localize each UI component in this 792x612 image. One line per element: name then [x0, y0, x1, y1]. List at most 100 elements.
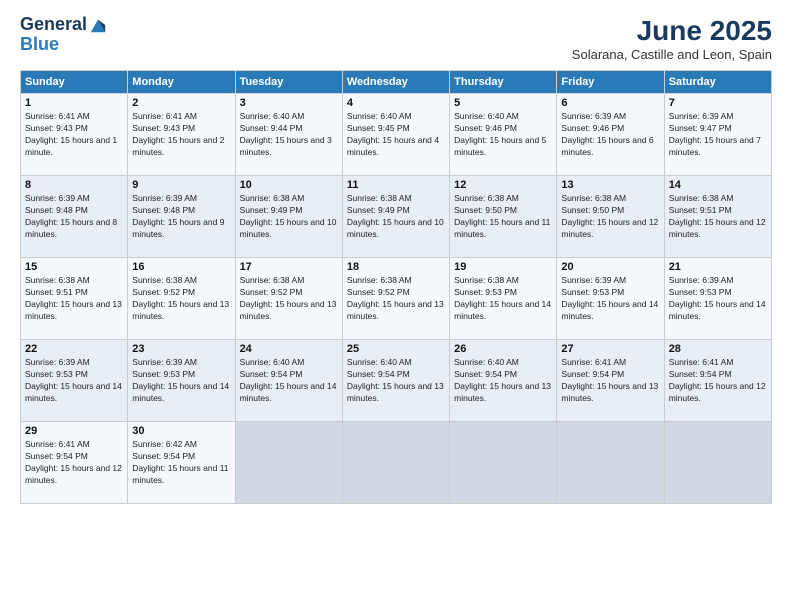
day-number: 11	[347, 179, 445, 191]
logo-icon	[89, 16, 107, 34]
day-number: 4	[347, 97, 445, 109]
day-number: 29	[25, 425, 123, 437]
day-info: Sunrise: 6:41 AMSunset: 9:43 PMDaylight:…	[132, 111, 230, 159]
day-number: 27	[561, 343, 659, 355]
day-number: 28	[669, 343, 767, 355]
main-title: June 2025	[572, 15, 772, 47]
subtitle: Solarana, Castille and Leon, Spain	[572, 47, 772, 62]
day-info: Sunrise: 6:38 AMSunset: 9:52 PMDaylight:…	[347, 275, 445, 323]
calendar-body: 1 Sunrise: 6:41 AMSunset: 9:43 PMDaylight…	[21, 94, 772, 504]
calendar: SundayMondayTuesdayWednesdayThursdayFrid…	[20, 70, 772, 504]
calendar-cell: 5 Sunrise: 6:40 AMSunset: 9:46 PMDaylight…	[450, 94, 557, 176]
day-info: Sunrise: 6:41 AMSunset: 9:43 PMDaylight:…	[25, 111, 123, 159]
header: General Blue June 2025 Solarana, Castill…	[20, 15, 772, 62]
day-info: Sunrise: 6:40 AMSunset: 9:45 PMDaylight:…	[347, 111, 445, 159]
calendar-cell: 26Sunrise: 6:40 AMSunset: 9:54 PMDayligh…	[450, 340, 557, 422]
day-number: 2	[132, 97, 230, 109]
calendar-week-2: 8 Sunrise: 6:39 AMSunset: 9:48 PMDaylight…	[21, 176, 772, 258]
calendar-week-3: 15 Sunrise: 6:38 AMSunset: 9:51 PMDayligh…	[21, 258, 772, 340]
calendar-cell: 3 Sunrise: 6:40 AMSunset: 9:44 PMDaylight…	[235, 94, 342, 176]
day-number: 3	[240, 97, 338, 109]
day-info: Sunrise: 6:38 AMSunset: 9:52 PMDaylight:…	[132, 275, 230, 323]
calendar-cell	[450, 422, 557, 504]
calendar-cell	[342, 422, 449, 504]
day-info: Sunrise: 6:40 AMSunset: 9:54 PMDaylight:…	[240, 357, 338, 405]
day-info: Sunrise: 6:38 AMSunset: 9:50 PMDaylight:…	[561, 193, 659, 241]
calendar-cell: 18Sunrise: 6:38 AMSunset: 9:52 PMDayligh…	[342, 258, 449, 340]
day-info: Sunrise: 6:38 AMSunset: 9:49 PMDaylight:…	[240, 193, 338, 241]
calendar-cell: 21Sunrise: 6:39 AMSunset: 9:53 PMDayligh…	[664, 258, 771, 340]
day-number: 16	[132, 261, 230, 273]
day-number: 5	[454, 97, 552, 109]
day-number: 9	[132, 179, 230, 191]
day-info: Sunrise: 6:39 AMSunset: 9:53 PMDaylight:…	[561, 275, 659, 323]
day-number: 26	[454, 343, 552, 355]
calendar-cell: 27 Sunrise: 6:41 AMSunset: 9:54 PMDayligh…	[557, 340, 664, 422]
day-number: 1	[25, 97, 123, 109]
day-number: 25	[347, 343, 445, 355]
day-number: 17	[240, 261, 338, 273]
calendar-cell: 29 Sunrise: 6:41 AMSunset: 9:54 PMDayligh…	[21, 422, 128, 504]
day-number: 7	[669, 97, 767, 109]
calendar-cell: 9 Sunrise: 6:39 AMSunset: 9:48 PMDaylight…	[128, 176, 235, 258]
day-number: 6	[561, 97, 659, 109]
calendar-cell	[557, 422, 664, 504]
day-info: Sunrise: 6:38 AMSunset: 9:49 PMDaylight:…	[347, 193, 445, 241]
calendar-cell: 10 Sunrise: 6:38 AMSunset: 9:49 PMDayligh…	[235, 176, 342, 258]
calendar-cell: 28 Sunrise: 6:41 AMSunset: 9:54 PMDayligh…	[664, 340, 771, 422]
calendar-cell: 25Sunrise: 6:40 AMSunset: 9:54 PMDayligh…	[342, 340, 449, 422]
calendar-week-4: 22Sunrise: 6:39 AMSunset: 9:53 PMDayligh…	[21, 340, 772, 422]
day-info: Sunrise: 6:39 AMSunset: 9:53 PMDaylight:…	[25, 357, 123, 405]
calendar-header-thursday: Thursday	[450, 71, 557, 94]
calendar-cell	[235, 422, 342, 504]
logo-text-line2: Blue	[20, 35, 107, 55]
day-info: Sunrise: 6:39 AMSunset: 9:48 PMDaylight:…	[132, 193, 230, 241]
calendar-week-1: 1 Sunrise: 6:41 AMSunset: 9:43 PMDaylight…	[21, 94, 772, 176]
day-info: Sunrise: 6:39 AMSunset: 9:53 PMDaylight:…	[669, 275, 767, 323]
day-number: 24	[240, 343, 338, 355]
day-number: 10	[240, 179, 338, 191]
day-info: Sunrise: 6:41 AMSunset: 9:54 PMDaylight:…	[25, 439, 123, 487]
calendar-cell: 14Sunrise: 6:38 AMSunset: 9:51 PMDayligh…	[664, 176, 771, 258]
day-info: Sunrise: 6:41 AMSunset: 9:54 PMDaylight:…	[669, 357, 767, 405]
calendar-header-friday: Friday	[557, 71, 664, 94]
calendar-cell: 17 Sunrise: 6:38 AMSunset: 9:52 PMDayligh…	[235, 258, 342, 340]
calendar-cell	[664, 422, 771, 504]
calendar-header-wednesday: Wednesday	[342, 71, 449, 94]
calendar-cell: 20Sunrise: 6:39 AMSunset: 9:53 PMDayligh…	[557, 258, 664, 340]
calendar-cell: 13 Sunrise: 6:38 AMSunset: 9:50 PMDayligh…	[557, 176, 664, 258]
day-number: 15	[25, 261, 123, 273]
calendar-header-saturday: Saturday	[664, 71, 771, 94]
day-info: Sunrise: 6:38 AMSunset: 9:52 PMDaylight:…	[240, 275, 338, 323]
day-number: 8	[25, 179, 123, 191]
calendar-header-tuesday: Tuesday	[235, 71, 342, 94]
calendar-header-row: SundayMondayTuesdayWednesdayThursdayFrid…	[21, 71, 772, 94]
day-info: Sunrise: 6:40 AMSunset: 9:44 PMDaylight:…	[240, 111, 338, 159]
calendar-header-monday: Monday	[128, 71, 235, 94]
day-number: 13	[561, 179, 659, 191]
day-info: Sunrise: 6:42 AMSunset: 9:54 PMDaylight:…	[132, 439, 230, 487]
title-block: June 2025 Solarana, Castille and Leon, S…	[572, 15, 772, 62]
page: General Blue June 2025 Solarana, Castill…	[0, 0, 792, 612]
calendar-cell: 15 Sunrise: 6:38 AMSunset: 9:51 PMDayligh…	[21, 258, 128, 340]
day-number: 30	[132, 425, 230, 437]
calendar-cell: 12Sunrise: 6:38 AMSunset: 9:50 PMDayligh…	[450, 176, 557, 258]
day-number: 12	[454, 179, 552, 191]
calendar-cell: 30 Sunrise: 6:42 AMSunset: 9:54 PMDayligh…	[128, 422, 235, 504]
day-info: Sunrise: 6:40 AMSunset: 9:46 PMDaylight:…	[454, 111, 552, 159]
calendar-cell: 16 Sunrise: 6:38 AMSunset: 9:52 PMDayligh…	[128, 258, 235, 340]
calendar-cell: 2 Sunrise: 6:41 AMSunset: 9:43 PMDaylight…	[128, 94, 235, 176]
calendar-cell: 23Sunrise: 6:39 AMSunset: 9:53 PMDayligh…	[128, 340, 235, 422]
logo: General Blue	[20, 15, 107, 55]
calendar-cell: 22Sunrise: 6:39 AMSunset: 9:53 PMDayligh…	[21, 340, 128, 422]
day-info: Sunrise: 6:41 AMSunset: 9:54 PMDaylight:…	[561, 357, 659, 405]
calendar-week-5: 29 Sunrise: 6:41 AMSunset: 9:54 PMDayligh…	[21, 422, 772, 504]
calendar-cell: 7Sunrise: 6:39 AMSunset: 9:47 PMDaylight…	[664, 94, 771, 176]
logo-text-line1: General	[20, 15, 87, 35]
calendar-cell: 19Sunrise: 6:38 AMSunset: 9:53 PMDayligh…	[450, 258, 557, 340]
day-info: Sunrise: 6:38 AMSunset: 9:51 PMDaylight:…	[25, 275, 123, 323]
day-number: 19	[454, 261, 552, 273]
day-info: Sunrise: 6:39 AMSunset: 9:53 PMDaylight:…	[132, 357, 230, 405]
calendar-cell: 24 Sunrise: 6:40 AMSunset: 9:54 PMDayligh…	[235, 340, 342, 422]
calendar-cell: 6Sunrise: 6:39 AMSunset: 9:46 PMDaylight…	[557, 94, 664, 176]
